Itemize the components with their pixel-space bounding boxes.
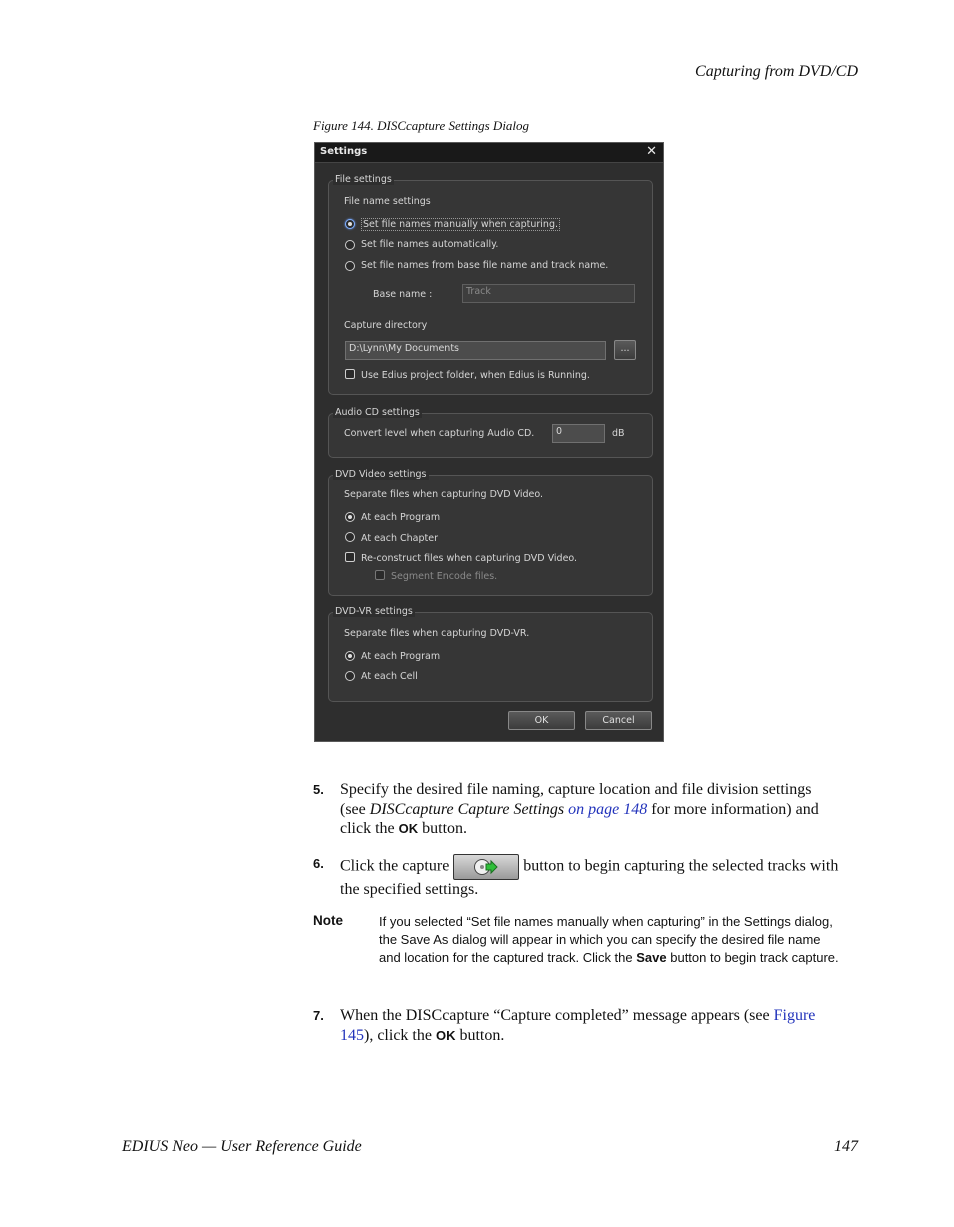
dialog-title: Settings — [320, 146, 368, 157]
level-input[interactable]: 0 — [552, 424, 605, 443]
capture-button-image — [453, 854, 520, 880]
radio-dvd-program[interactable] — [345, 512, 355, 522]
base-name-label: Base name : — [373, 289, 433, 300]
radio-dvd-chapter[interactable] — [345, 532, 355, 542]
label-auto: Set file names automatically. — [361, 239, 499, 250]
ok-button[interactable]: OK — [508, 711, 575, 730]
step-5-text-c: button. — [418, 820, 468, 837]
cancel-button[interactable]: Cancel — [585, 711, 652, 730]
step-7-text-b: ), click the — [364, 1026, 436, 1044]
step-text: When the DISCcapture “Capture completed”… — [340, 1006, 840, 1045]
step-5-ok: OK — [398, 821, 419, 836]
label-segment: Segment Encode files. — [391, 571, 498, 582]
radio-dvdvr-cell[interactable] — [345, 671, 355, 681]
step-7-ok: OK — [435, 1027, 456, 1043]
figure-caption: Figure 144. DISCcapture Settings Dialog — [313, 118, 530, 133]
step-text: Specify the desired file naming, capture… — [340, 780, 840, 839]
note-label: Note — [313, 913, 343, 928]
footer-title: EDIUS Neo — User Reference Guide — [122, 1138, 362, 1155]
step-number: 5. — [313, 782, 324, 797]
file-settings-label: File settings — [333, 174, 394, 185]
label-dvdvr-program: At each Program — [361, 651, 441, 662]
step-5-page-link[interactable]: on page 148 — [564, 801, 647, 818]
base-name-input[interactable]: Track — [462, 284, 635, 303]
dvd-vr-label: DVD-VR settings — [333, 606, 415, 617]
note-body: If you selected “Set file names manually… — [379, 913, 839, 967]
browse-button[interactable]: ... — [614, 340, 636, 360]
label-base: Set file names from base file name and t… — [361, 260, 609, 271]
step-6-text-a: Click the capture — [340, 857, 450, 875]
checkbox-reconstruct[interactable] — [345, 552, 355, 562]
label-dvd-chapter: At each Chapter — [361, 533, 438, 544]
step-5-ref-title: DISCcapture Capture Settings — [369, 800, 565, 818]
radio-manual[interactable] — [345, 219, 355, 229]
page-number: 147 — [834, 1138, 858, 1155]
checkbox-project-folder[interactable] — [345, 369, 355, 379]
label-project-folder: Use Edius project folder, when Edius is … — [361, 370, 590, 381]
capture-directory-label: Capture directory — [344, 320, 428, 331]
audio-cd-label: Audio CD settings — [333, 407, 422, 418]
disc-arrow-icon — [474, 859, 499, 875]
step-7-text-c: button. — [455, 1026, 505, 1044]
capture-directory-input[interactable]: D:\Lynn\My Documents — [345, 341, 606, 360]
step-number: 7. — [313, 1008, 324, 1023]
step-number: 6. — [313, 856, 324, 871]
dvd-video-label: DVD Video settings — [333, 469, 429, 480]
file-name-settings-label: File name settings — [344, 196, 431, 207]
close-icon[interactable]: ✕ — [646, 144, 657, 159]
radio-base[interactable] — [345, 261, 355, 271]
running-header: Capturing from DVD/CD — [695, 63, 858, 80]
dialog-titlebar: Settings ✕ — [315, 143, 663, 163]
settings-dialog: Settings ✕ File settings File name setti… — [314, 142, 664, 742]
dvd-separate-label: Separate files when capturing DVD Video. — [344, 489, 544, 500]
convert-level-label: Convert level when capturing Audio CD. — [344, 428, 535, 439]
radio-auto[interactable] — [345, 240, 355, 250]
note-save: Save — [636, 950, 667, 965]
dvdvr-separate-label: Separate files when capturing DVD-VR. — [344, 628, 530, 639]
checkbox-segment[interactable] — [375, 570, 385, 580]
db-unit: dB — [612, 428, 625, 439]
radio-dvdvr-program[interactable] — [345, 651, 355, 661]
label-reconstruct: Re-construct files when capturing DVD Vi… — [361, 553, 578, 564]
step-text: Click the capture button to begin capturi… — [340, 854, 840, 900]
step-7-text-a: When the DISCcapture “Capture completed”… — [340, 1007, 774, 1024]
label-manual: Set file names manually when capturing. — [361, 218, 560, 231]
label-dvdvr-cell: At each Cell — [361, 671, 418, 682]
note-text-b: button to begin track capture. — [666, 950, 839, 965]
label-dvd-program: At each Program — [361, 512, 441, 523]
